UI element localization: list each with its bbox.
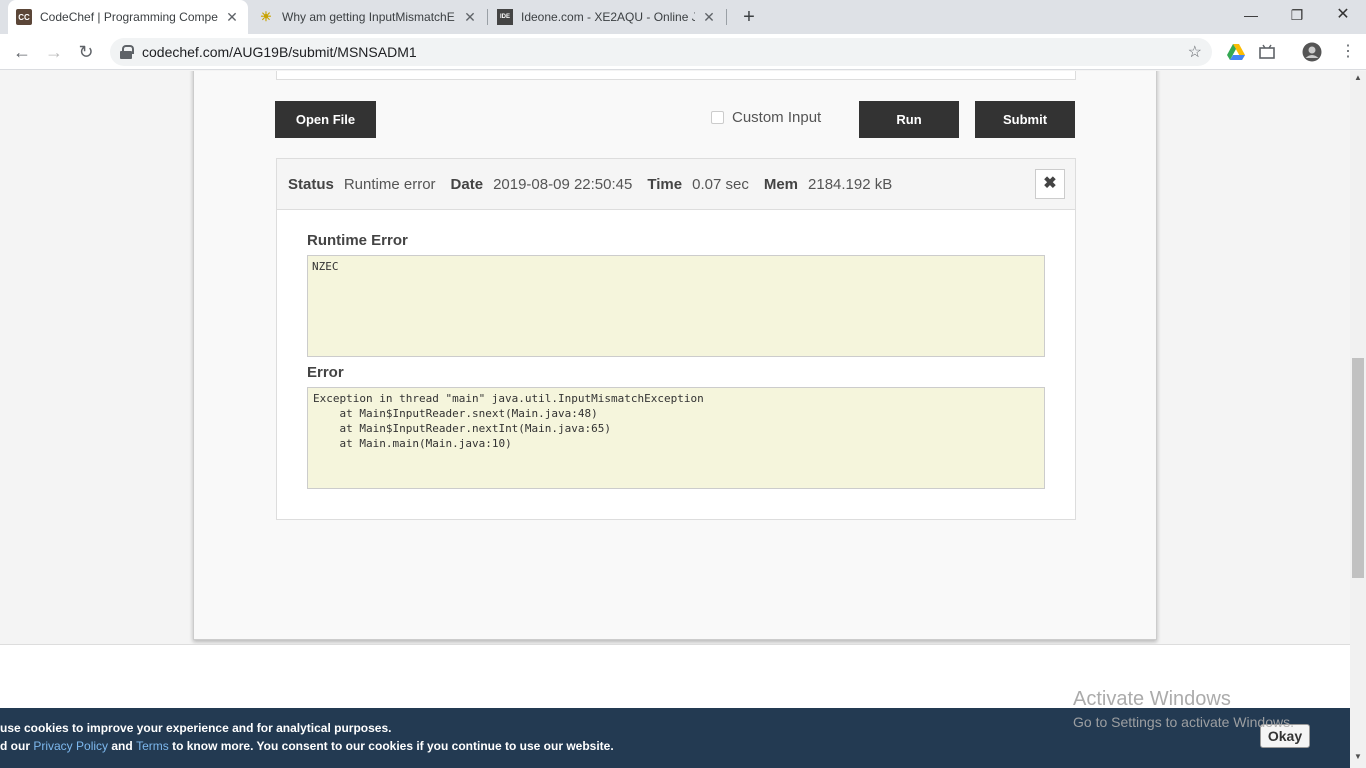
new-tab-button[interactable]: + xyxy=(737,5,761,29)
restore-button[interactable]: ❐ xyxy=(1274,0,1320,30)
scroll-up-icon[interactable]: ▲ xyxy=(1350,73,1366,87)
codechef-favicon-icon: CC xyxy=(16,9,32,25)
mem-value: 2184.192 kB xyxy=(808,175,893,193)
result-header: Status Runtime error Date 2019-08-09 22:… xyxy=(277,159,1075,210)
menu-icon[interactable]: ⋮ xyxy=(1336,40,1360,64)
tab-separator xyxy=(726,9,727,25)
cookie-text-suffix: to know more. You consent to our cookies… xyxy=(172,739,614,753)
tab-codechef[interactable]: CC CodeChef | Programming Compe ✕ xyxy=(8,0,248,34)
custom-input-label: Custom Input xyxy=(732,109,822,126)
tab-stackoverflow[interactable]: ☀ Why am getting InputMismatchE ✕ xyxy=(250,0,486,34)
address-bar[interactable]: codechef.com/AUG19B/submit/MSNSADM1 ☆ xyxy=(110,38,1212,66)
error-heading: Error xyxy=(307,364,344,381)
close-window-button[interactable]: ✕ xyxy=(1320,0,1366,30)
cookie-text-prefix: d our xyxy=(0,739,30,753)
lock-icon xyxy=(120,45,134,59)
page-scrollbar[interactable]: ▲ ▼ xyxy=(1350,71,1366,768)
reload-button[interactable]: ↻ xyxy=(74,40,98,64)
bookmark-star-icon[interactable]: ☆ xyxy=(1188,42,1202,62)
custom-input-checkbox[interactable] xyxy=(711,111,724,124)
scroll-thumb[interactable] xyxy=(1352,358,1364,578)
tab-separator xyxy=(487,9,488,25)
runtime-error-heading: Runtime Error xyxy=(307,232,408,249)
error-output: Exception in thread "main" java.util.Inp… xyxy=(307,387,1045,489)
submit-button[interactable]: Submit xyxy=(975,101,1075,138)
close-result-button[interactable]: ✖ xyxy=(1035,169,1065,199)
time-value: 0.07 sec xyxy=(692,175,749,193)
bulb-favicon-icon: ☀ xyxy=(260,9,272,24)
tab-title: CodeChef | Programming Compe xyxy=(40,10,218,24)
result-panel: Status Runtime error Date 2019-08-09 22:… xyxy=(276,158,1076,520)
tab-title: Ideone.com - XE2AQU - Online J xyxy=(521,10,695,24)
tab-ideone[interactable]: IDE Ideone.com - XE2AQU - Online J ✕ xyxy=(489,0,725,34)
ideone-favicon-icon: IDE xyxy=(497,9,513,25)
open-file-button[interactable]: Open File xyxy=(275,101,376,138)
close-tab-icon[interactable]: ✕ xyxy=(462,9,478,26)
cookie-text-line2: d our Privacy Policy and Terms to know m… xyxy=(0,739,614,753)
status-value: Runtime error xyxy=(343,175,436,193)
cookie-text-line1: use cookies to improve your experience a… xyxy=(0,721,392,735)
code-editor[interactable] xyxy=(276,71,1076,80)
minimize-button[interactable]: — xyxy=(1228,0,1274,30)
custom-input-toggle[interactable]: Custom Input xyxy=(711,109,821,126)
cast-icon[interactable] xyxy=(1257,42,1277,62)
activate-windows-subtitle: Go to Settings to activate Windows. xyxy=(1073,714,1294,730)
run-button[interactable]: Run xyxy=(859,101,959,138)
date-value: 2019-08-09 22:50:45 xyxy=(493,175,633,193)
close-tab-icon[interactable]: ✕ xyxy=(224,9,240,26)
terms-link[interactable]: Terms xyxy=(136,739,169,753)
close-tab-icon[interactable]: ✕ xyxy=(701,9,717,26)
cookie-text-and: and xyxy=(111,739,133,753)
date-label: Date xyxy=(450,175,484,193)
mem-label: Mem xyxy=(763,175,799,193)
close-icon: ✖ xyxy=(1043,175,1057,192)
browser-toolbar: ← → ↻ codechef.com/AUG19B/submit/MSNSADM… xyxy=(0,34,1366,70)
page-viewport: Open File Custom Input Run Submit Status… xyxy=(0,71,1350,768)
back-button[interactable]: ← xyxy=(10,40,34,64)
time-label: Time xyxy=(647,175,683,193)
google-drive-icon[interactable] xyxy=(1226,42,1246,62)
profile-avatar-icon[interactable] xyxy=(1302,42,1322,62)
tab-strip: CC CodeChef | Programming Compe ✕ ☀ Why … xyxy=(0,0,1366,34)
status-label: Status xyxy=(288,175,334,193)
forward-button[interactable]: → xyxy=(42,40,66,64)
scroll-down-icon[interactable]: ▼ xyxy=(1350,752,1366,766)
privacy-policy-link[interactable]: Privacy Policy xyxy=(33,739,108,753)
runtime-error-output: NZEC xyxy=(307,255,1045,357)
url-text: codechef.com/AUG19B/submit/MSNSADM1 xyxy=(142,44,417,60)
tab-title: Why am getting InputMismatchE xyxy=(282,10,455,24)
submit-card: Open File Custom Input Run Submit Status… xyxy=(193,71,1157,640)
